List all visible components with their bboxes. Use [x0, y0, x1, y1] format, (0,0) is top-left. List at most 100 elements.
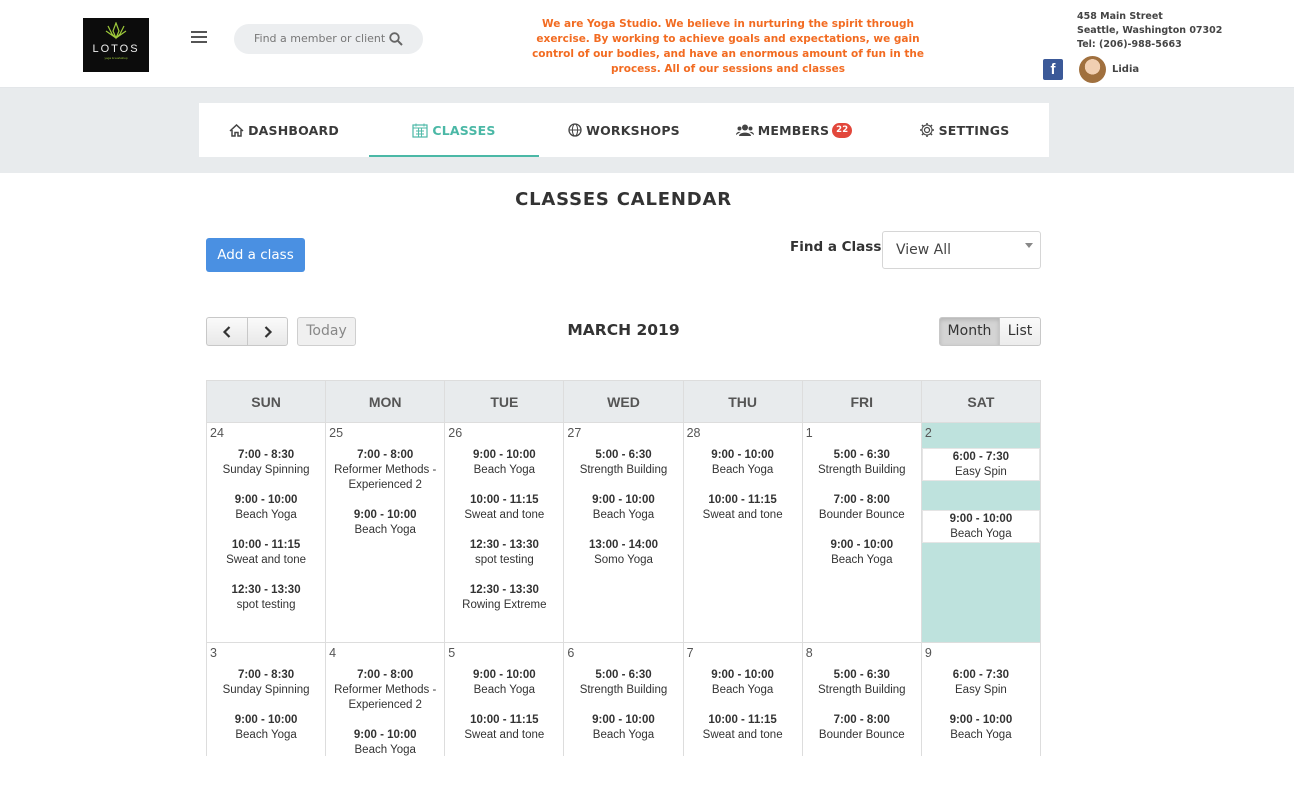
class-event[interactable]: 7:00 - 8:00 Reformer Methods - Experience… [326, 668, 444, 713]
class-event[interactable]: 12:30 - 13:30 spot testing [207, 583, 325, 613]
class-event[interactable]: 5:00 - 6:30 Strength Building [803, 448, 921, 478]
event-title: Sweat and tone [464, 729, 545, 741]
class-event[interactable]: 5:00 - 6:30 Strength Building [564, 448, 682, 478]
class-event[interactable]: 10:00 - 11:15 Sweat and tone [445, 493, 563, 523]
day-number[interactable]: 7 [687, 646, 694, 660]
facebook-icon[interactable]: f [1043, 59, 1063, 80]
calendar-day-today[interactable]: 2 6:00 - 7:30 Easy Spin 9:00 - 10:00 Beach Y… [921, 423, 1041, 642]
calendar-day[interactable]: 8 5:00 - 6:30 Strength Building 7:00 - 8:00… [803, 643, 922, 756]
day-events: 9:00 - 10:00 Beach Yoga 10:00 - 11:15 Sweat… [445, 668, 563, 756]
tab-dashboard[interactable]: DASHBOARD [199, 103, 369, 157]
tab-settings[interactable]: SETTINGS [879, 103, 1049, 157]
calendar-day[interactable]: 24 7:00 - 8:30 Sunday Spinning 9:00 - 10:00… [207, 423, 327, 642]
class-event[interactable]: 9:00 - 10:00 Beach Yoga [564, 493, 682, 523]
class-event[interactable]: 9:00 - 10:00 Beach Yoga [207, 713, 325, 743]
class-event[interactable]: 9:00 - 10:00 Beach Yoga [445, 448, 563, 478]
day-number[interactable]: 26 [448, 426, 462, 440]
calendar-day[interactable]: 7 9:00 - 10:00 Beach Yoga 10:00 - 11:15 Swea… [684, 643, 803, 756]
calendar-day[interactable]: 26 9:00 - 10:00 Beach Yoga 10:00 - 11:15 Swe… [445, 423, 565, 642]
search-input[interactable]: Find a member or client [254, 32, 385, 45]
calendar-day[interactable]: 27 5:00 - 6:30 Strength Building 9:00 - 10:… [564, 423, 684, 642]
class-event[interactable]: 10:00 - 11:15 Sweat and tone [684, 713, 802, 743]
day-number[interactable]: 9 [925, 646, 932, 660]
class-event[interactable]: 13:00 - 14:00 Somo Yoga [564, 538, 682, 568]
class-event[interactable]: 9:00 - 10:00 Beach Yoga [564, 713, 682, 743]
class-event[interactable]: 9:00 - 10:00 Beach Yoga [207, 493, 325, 523]
class-event[interactable]: 5:00 - 6:30 Strength Building [803, 668, 921, 698]
event-time: 10:00 - 11:15 [470, 714, 539, 726]
class-event[interactable]: 9:00 - 10:00 Beach Yoga [922, 713, 1040, 743]
calendar-day[interactable]: 28 9:00 - 10:00 Beach Yoga 10:00 - 11:15 Swe… [684, 423, 803, 642]
main-nav: DASHBOARD CLASSES WORKSHOPS MEMBERS 22 S… [199, 103, 1049, 157]
calendar-day[interactable]: 1 5:00 - 6:30 Strength Building 7:00 - 8:00… [803, 423, 922, 642]
class-event[interactable]: 9:00 - 10:00 Beach Yoga [445, 668, 563, 698]
class-event[interactable]: 9:00 - 10:00 Beach Yoga [684, 448, 802, 478]
day-events: 6:00 - 7:30 Easy Spin 9:00 - 10:00 Beach Yo… [921, 448, 1040, 572]
list-view-button[interactable]: List [1000, 317, 1041, 346]
class-event[interactable]: 5:00 - 6:30 Strength Building [564, 668, 682, 698]
day-number[interactable]: 6 [567, 646, 574, 660]
event-time: 10:00 - 11:15 [231, 539, 301, 551]
class-event[interactable]: 9:00 - 10:00 Beach Yoga [684, 668, 802, 698]
day-number[interactable]: 27 [567, 426, 581, 440]
tab-workshops[interactable]: WORKSHOPS [539, 103, 709, 157]
calendar-day[interactable]: 4 7:00 - 8:00 Reformer Methods - Experienc… [326, 643, 446, 756]
event-title: Strength Building [817, 684, 906, 696]
add-class-button[interactable]: Add a class [206, 238, 305, 272]
calendar-day[interactable]: 9 6:00 - 7:30 Easy Spin 9:00 - 10:00 Beach Y… [922, 643, 1041, 756]
class-event[interactable]: 6:00 - 7:30 Easy Spin [921, 448, 1040, 481]
calendar-day[interactable]: 6 5:00 - 6:30 Strength Building 9:00 - 10:0… [564, 643, 684, 756]
event-time: 5:00 - 6:30 [595, 669, 652, 681]
address-line: 458 Main Street [1077, 11, 1163, 22]
class-event[interactable]: 12:30 - 13:30 spot testing [445, 538, 563, 568]
day-number[interactable]: 2 [925, 426, 932, 440]
user-name[interactable]: Lidia [1112, 64, 1139, 75]
day-number[interactable]: 8 [806, 646, 813, 660]
event-time: 7:00 - 8:30 [237, 669, 295, 681]
day-number[interactable]: 4 [329, 646, 336, 660]
class-event[interactable]: 10:00 - 11:15 Sweat and tone [207, 538, 325, 568]
day-number[interactable]: 24 [210, 426, 224, 440]
calendar-day[interactable]: 3 7:00 - 8:30 Sunday Spinning 9:00 - 10:00 B… [207, 643, 327, 756]
day-number[interactable]: 25 [329, 426, 343, 440]
class-event[interactable]: 7:00 - 8:30 Sunday Spinning [207, 448, 325, 478]
calendar-day[interactable]: 25 7:00 - 8:00 Reformer Methods - Experien… [326, 423, 446, 642]
class-event[interactable]: 6:00 - 7:30 Easy Spin [922, 668, 1040, 698]
day-number[interactable]: 1 [806, 426, 813, 440]
event-time: 9:00 - 10:00 [592, 494, 655, 506]
class-event[interactable]: 9:00 - 10:00 Beach Yoga [803, 538, 921, 568]
month-view-button[interactable]: Month [939, 317, 1000, 346]
user-avatar[interactable] [1079, 56, 1106, 83]
search-icon[interactable] [389, 32, 403, 46]
event-time: 5:00 - 6:30 [595, 449, 652, 461]
event-title: Beach Yoga [950, 729, 1012, 741]
member-search[interactable]: Find a member or client [234, 24, 423, 54]
class-event[interactable]: 10:00 - 11:15 Sweat and tone [684, 493, 802, 523]
day-number[interactable]: 3 [210, 646, 217, 660]
tab-classes[interactable]: CLASSES [369, 103, 539, 157]
day-number[interactable]: 28 [687, 426, 701, 440]
class-event[interactable]: 9:00 - 10:00 Beach Yoga [326, 728, 444, 756]
event-time: 9:00 - 10:00 [473, 669, 536, 681]
menu-icon[interactable] [191, 31, 207, 45]
lotos-logo[interactable]: LOTOS yoga & workshop [83, 18, 149, 72]
day-events: 5:00 - 6:30 Strength Building 9:00 - 10:00… [564, 448, 682, 583]
class-event[interactable]: 7:00 - 8:30 Sunday Spinning [207, 668, 325, 698]
day-number[interactable]: 5 [448, 646, 455, 660]
class-event[interactable]: 10:00 - 11:15 Sweat and tone [445, 713, 563, 743]
day-events: 9:00 - 10:00 Beach Yoga 10:00 - 11:15 Sweat… [684, 668, 802, 756]
calendar-day[interactable]: 5 9:00 - 10:00 Beach Yoga 10:00 - 11:15 Swea… [445, 643, 565, 756]
class-event[interactable]: 7:00 - 8:00 Bounder Bounce [803, 493, 921, 523]
event-time: 9:00 - 10:00 [711, 449, 774, 461]
tab-members[interactable]: MEMBERS 22 [709, 103, 879, 157]
class-event[interactable]: 9:00 - 10:00 Beach Yoga [921, 510, 1040, 543]
people-icon [735, 124, 754, 136]
class-event[interactable]: 9:00 - 10:00 Beach Yoga [326, 508, 444, 538]
weekday-label: TUE [444, 381, 563, 422]
class-event[interactable]: 7:00 - 8:00 Bounder Bounce [803, 713, 921, 743]
class-event[interactable]: 7:00 - 8:00 Reformer Methods - Experience… [326, 448, 444, 493]
event-time: 7:00 - 8:00 [357, 669, 414, 681]
calendar-week-row: 24 7:00 - 8:30 Sunday Spinning 9:00 - 10:00… [206, 422, 1041, 642]
find-class-select[interactable]: View All [882, 231, 1041, 269]
class-event[interactable]: 12:30 - 13:30 Rowing Extreme [445, 583, 563, 613]
